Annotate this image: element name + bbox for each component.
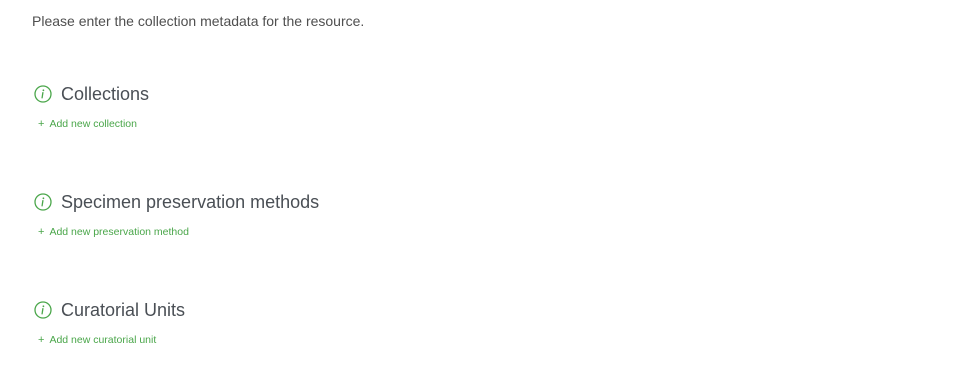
- section-preservation-methods: Specimen preservation methods + Add new …: [34, 189, 319, 240]
- plus-icon: +: [38, 226, 45, 238]
- add-collection-link[interactable]: + Add new collection: [38, 117, 137, 131]
- info-icon[interactable]: [34, 193, 52, 211]
- section-curatorial-units: Curatorial Units + Add new curatorial un…: [34, 297, 185, 348]
- add-preservation-method-link[interactable]: + Add new preservation method: [38, 225, 189, 239]
- section-title-curatorial-units: Curatorial Units: [61, 300, 186, 320]
- intro-text: Please enter the collection metadata for…: [32, 13, 365, 29]
- section-title-preservation-methods: Specimen preservation methods: [61, 192, 320, 212]
- section-header: Curatorial Units: [34, 297, 185, 323]
- add-curatorial-unit-label: Add new curatorial unit: [49, 334, 157, 346]
- info-icon[interactable]: [34, 301, 52, 319]
- section-header: Specimen preservation methods: [34, 189, 319, 215]
- plus-icon: +: [38, 118, 45, 130]
- section-title-collections: Collections: [61, 84, 150, 104]
- section-header: Collections: [34, 81, 149, 107]
- info-icon[interactable]: [34, 85, 52, 103]
- add-curatorial-unit-link[interactable]: + Add new curatorial unit: [38, 333, 156, 347]
- add-preservation-method-label: Add new preservation method: [49, 226, 189, 238]
- section-collections: Collections + Add new collection: [34, 81, 149, 132]
- plus-icon: +: [38, 334, 45, 346]
- add-collection-label: Add new collection: [49, 118, 137, 130]
